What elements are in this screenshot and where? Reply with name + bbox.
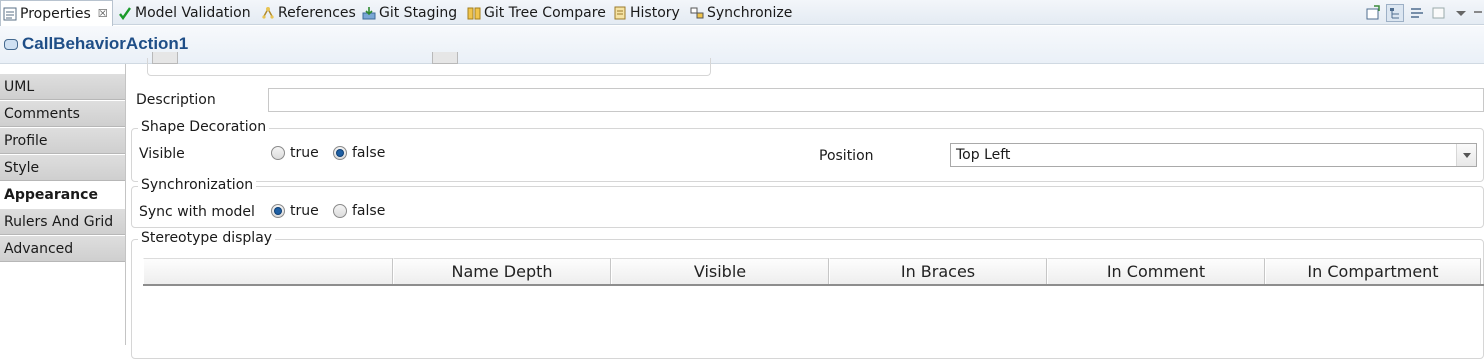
tab-model-validation[interactable]: Model Validation (118, 0, 251, 25)
radio-icon (271, 146, 285, 160)
show-categories-icon[interactable] (1386, 3, 1404, 22)
sidebar-item-label: Appearance (4, 186, 98, 203)
sidebar-item-label: Rulers And Grid (4, 213, 114, 230)
tab-label: Git Staging (379, 4, 458, 21)
sidebar-item-label: Style (4, 159, 40, 176)
view-menu-icon[interactable] (1452, 4, 1470, 22)
git-staging-icon (362, 6, 376, 20)
sync-true-radio[interactable]: true (271, 203, 319, 219)
show-advanced-icon[interactable] (1408, 4, 1426, 22)
position-value: Top Left (956, 147, 1011, 163)
tab-label: Synchronize (707, 4, 793, 21)
references-icon (261, 6, 275, 20)
view-tab-bar: Properties ☒ Model Validation References… (0, 0, 1484, 26)
sidebar-item-appearance[interactable]: Appearance (0, 182, 125, 208)
radio-selected-icon (333, 146, 347, 160)
radio-label: false (352, 145, 386, 161)
radio-label: true (290, 145, 319, 161)
radio-selected-icon (271, 204, 285, 218)
group-title: Shape Decoration (138, 119, 270, 135)
call-behavior-action-icon (4, 39, 18, 50)
sidebar-item-style[interactable]: Style (0, 155, 125, 181)
sidebar-item-uml[interactable]: UML (0, 74, 125, 100)
stereotype-display-group: Stereotype display (131, 230, 1484, 359)
position-label: Position (819, 148, 874, 164)
group-title: Synchronization (138, 177, 257, 193)
synchronize-icon (690, 6, 704, 20)
color-button[interactable] (432, 52, 458, 64)
sidebar-item-label: Comments (4, 105, 80, 122)
sidebar-item-advanced[interactable]: Advanced (0, 236, 125, 262)
sync-with-model-label: Sync with model (139, 204, 255, 220)
column-header-in-comment[interactable]: In Comment (1047, 258, 1265, 284)
stereotype-table: Name Depth Visible In Braces In Comment … (143, 258, 1484, 286)
group-title: Stereotype display (138, 230, 276, 246)
tab-label: Model Validation (135, 4, 251, 21)
view-toolbar (1364, 0, 1484, 25)
column-header-in-compartment[interactable]: In Compartment (1265, 258, 1481, 284)
column-header-visible[interactable]: Visible (611, 258, 829, 284)
tab-references[interactable]: References (261, 0, 356, 25)
pin-view-icon[interactable] (1364, 4, 1382, 22)
radio-label: false (352, 203, 386, 219)
checkmark-icon (118, 6, 132, 20)
page-title: CallBehaviorAction1 (22, 34, 189, 53)
sidebar-item-label: Advanced (4, 240, 74, 257)
tab-label: References (278, 4, 356, 21)
properties-icon (3, 7, 17, 21)
tab-history[interactable]: History (613, 0, 680, 25)
history-icon (613, 6, 627, 20)
description-label: Description (136, 92, 216, 108)
sidebar-item-profile[interactable]: Profile (0, 128, 125, 154)
position-select[interactable]: Top Left (950, 143, 1477, 167)
category-list: UML Comments Profile Style Appearance Ru… (0, 64, 126, 345)
tab-git-staging[interactable]: Git Staging (362, 0, 457, 25)
sidebar-item-label: Profile (4, 132, 48, 149)
sidebar-item-label: UML (4, 78, 35, 95)
description-field[interactable] (268, 88, 1484, 112)
close-icon[interactable]: ☒ (98, 7, 108, 20)
git-tree-compare-icon (467, 6, 481, 20)
radio-label: true (290, 203, 319, 219)
column-header-in-braces[interactable]: In Braces (829, 258, 1047, 284)
minimize-icon[interactable] (1474, 4, 1482, 22)
restore-defaults-icon[interactable] (1430, 4, 1448, 22)
sync-false-radio[interactable]: false (333, 203, 385, 219)
visible-false-radio[interactable]: false (333, 145, 385, 161)
tab-label: Git Tree Compare (484, 4, 606, 21)
visible-label: Visible (139, 146, 185, 162)
tab-label: History (630, 4, 680, 21)
tab-synchronize[interactable]: Synchronize (690, 0, 792, 25)
color-button[interactable] (152, 52, 178, 64)
tab-properties[interactable]: Properties ☒ (0, 0, 113, 26)
tab-git-tree-compare[interactable]: Git Tree Compare (467, 0, 606, 25)
chevron-down-icon[interactable] (1456, 144, 1476, 166)
column-header-name-depth[interactable]: Name Depth (393, 258, 611, 284)
tab-label: Properties (20, 5, 91, 22)
column-header-label[interactable] (143, 258, 393, 284)
visible-true-radio[interactable]: true (271, 145, 319, 161)
appearance-panel: Description Shape Decoration Visible tru… (127, 52, 1484, 359)
sidebar-item-rulers-and-grid[interactable]: Rulers And Grid (0, 209, 125, 235)
sidebar-item-comments[interactable]: Comments (0, 101, 125, 127)
scrolled-group-bottom (147, 52, 711, 76)
radio-icon (333, 204, 347, 218)
